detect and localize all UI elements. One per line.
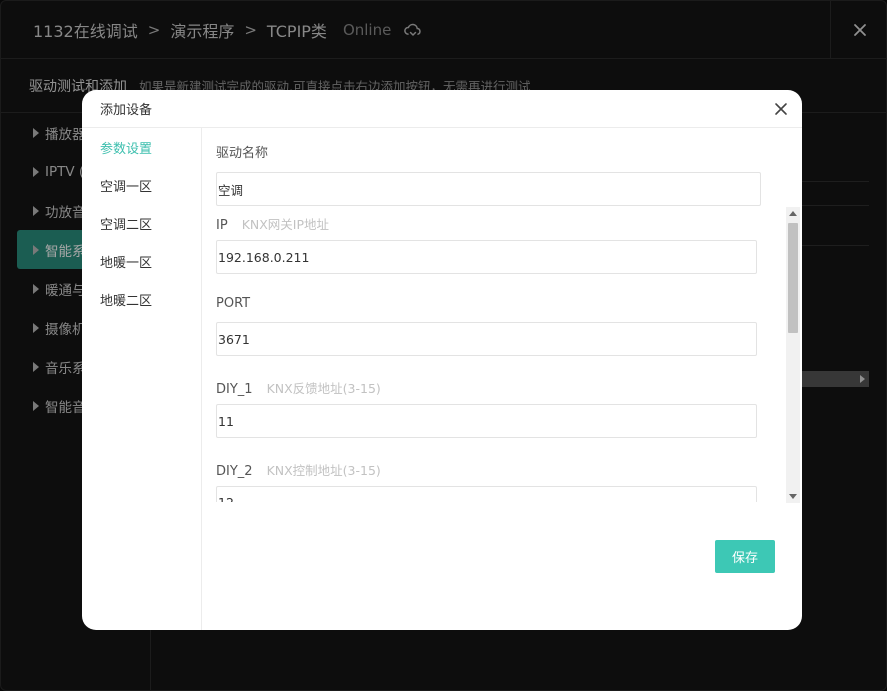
diy1-input[interactable]: 11	[216, 404, 757, 438]
side-item-ac-zone-2[interactable]: 空调二区	[82, 204, 201, 242]
form-vscrollbar[interactable]	[786, 207, 800, 503]
close-icon[interactable]	[774, 102, 788, 116]
add-device-dialog: 添加设备 参数设置 空调一区 空调二区 地暖一区 地暖二区 驱动名称 空调 IP…	[82, 90, 802, 630]
diy1-hint: KNX反馈地址(3-15)	[266, 381, 381, 396]
side-item-floor-heat-2[interactable]: 地暖二区	[82, 280, 201, 318]
parameter-form: 驱动名称 空调 IP KNX网关IP地址 192.168.0.211 PORT 3…	[216, 128, 800, 630]
port-input[interactable]: 3671	[216, 322, 757, 356]
form-scroll-area: 192.168.0.211 PORT 3671 DIY_1 KNX反馈地址(3-1…	[216, 224, 772, 502]
scroll-up-icon[interactable]	[789, 211, 797, 216]
scroll-thumb[interactable]	[788, 223, 798, 333]
diy2-hint: KNX控制地址(3-15)	[266, 463, 381, 478]
diy2-input[interactable]: 12	[216, 486, 757, 502]
side-item-ac-zone-1[interactable]: 空调一区	[82, 166, 201, 204]
port-label: PORT	[216, 296, 251, 311]
save-button[interactable]: 保存	[715, 540, 775, 573]
dialog-side-menu: 参数设置 空调一区 空调二区 地暖一区 地暖二区	[82, 128, 202, 630]
side-item-params[interactable]: 参数设置	[82, 128, 201, 166]
dialog-header: 添加设备	[82, 90, 802, 128]
scroll-down-icon[interactable]	[789, 494, 797, 499]
driver-name-label: 驱动名称	[216, 146, 269, 161]
diy1-label: DIY_1 KNX反馈地址(3-15)	[216, 381, 381, 397]
dialog-title: 添加设备	[100, 103, 153, 118]
side-item-floor-heat-1[interactable]: 地暖一区	[82, 242, 201, 280]
driver-name-input[interactable]: 空调	[216, 172, 761, 206]
diy2-label: DIY_2 KNX控制地址(3-15)	[216, 463, 381, 479]
ip-input[interactable]: 192.168.0.211	[216, 240, 757, 274]
